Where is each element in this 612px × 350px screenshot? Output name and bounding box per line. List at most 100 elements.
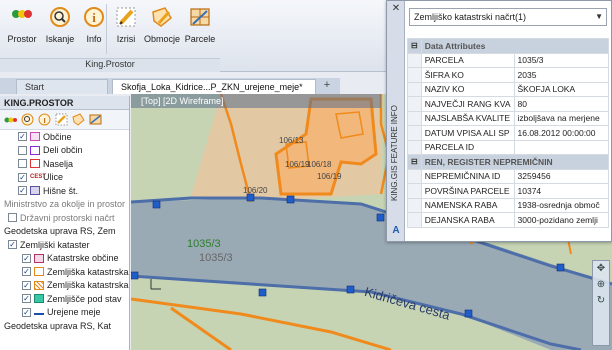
pencil-icon[interactable] — [55, 113, 68, 126]
layer-checkbox[interactable]: ✓ — [22, 267, 31, 277]
iskanje-label: Iskanje — [45, 34, 75, 44]
parcele-label: Parcele — [184, 34, 216, 44]
layer-checkbox[interactable]: ✓ — [8, 240, 17, 250]
ribbon-group-label: King.Prostor — [0, 58, 220, 72]
attribute-key: POVRŠINA PARCELE — [420, 183, 515, 199]
attribute-value: 16.08.2012 00:00:00 — [513, 125, 610, 141]
attribute-row: DATUM VPISA ALI SP 16.08.2012 00:00:00 — [407, 125, 610, 141]
parcel-label: 1035/3 — [187, 238, 221, 250]
layer-checkbox[interactable] — [18, 159, 27, 169]
layer-label: Zemljišče pod stav — [47, 293, 122, 304]
feature-info-sidebar: ✕ KING.GIS FEATURE INFO A — [387, 1, 405, 241]
layer-group-gurs-kat[interactable]: Geodetska uprava RS, Kat — [0, 319, 129, 333]
collapse-icon[interactable]: ⊟ — [407, 154, 422, 170]
layer-group-label: Geodetska uprava RS, Zem — [4, 226, 116, 237]
section-header-row[interactable]: ⊟ REN, REGISTER NEPREMIČNIN — [407, 154, 610, 170]
tab-start[interactable]: Start — [16, 79, 108, 94]
new-tab-button[interactable]: + — [320, 79, 334, 93]
attribute-value: izboljšava na merjene — [513, 110, 610, 126]
layer-row-deli-obcin[interactable]: Deli občin — [0, 144, 129, 158]
attribute-row: PARCELA 1035/3 — [407, 52, 610, 68]
attribute-row: POVRŠINA PARCELE 10374 — [407, 183, 610, 199]
attribute-value: 10374 — [513, 183, 610, 199]
attribute-key: NAMENSKA RABA — [420, 197, 515, 213]
izrisi-button[interactable]: Izrisi — [108, 4, 144, 50]
layer-checkbox[interactable] — [18, 145, 27, 155]
panel-title: KING.PROSTOR — [0, 96, 129, 110]
ribbon: Prostor Iskanje i Info Izrisi Obmocje Pa… — [0, 0, 390, 72]
prostor-button[interactable]: Prostor — [4, 4, 40, 50]
parcel-label: 106/20 — [243, 186, 268, 195]
layer-checkbox[interactable]: ✓ — [18, 132, 27, 142]
attribute-row: NAMENSKA RABA 1938-osrednja območ — [407, 197, 610, 213]
orbit-icon[interactable]: ↻ — [593, 295, 609, 309]
layer-row-zk-2[interactable]: ✓ Zemljiška katastrska — [0, 279, 129, 293]
layer-row-naselja[interactable]: Naselja — [0, 157, 129, 171]
polygon-symbol-icon — [30, 145, 40, 155]
close-icon[interactable]: ✕ — [390, 3, 402, 15]
tab-drawing[interactable]: Skofja_Loka_Kidrice...P_ZKN_urejene_meje… — [112, 79, 316, 94]
layer-label: Državni prostorski načrt — [20, 212, 115, 223]
parcele-button[interactable]: Parcele — [182, 4, 218, 50]
obmocje-button[interactable]: Obmocje — [144, 4, 180, 50]
attribute-row: PARCELA ID — [407, 139, 610, 155]
area-pencil-icon[interactable] — [72, 113, 85, 126]
attribute-row: ŠIFRA KO 2035 — [407, 67, 610, 83]
layer-label: Urejene meje — [47, 307, 101, 318]
layer-row-katastrske-obcine[interactable]: ✓ Katastrske občine — [0, 252, 129, 266]
zoom-icon[interactable]: ⊕ — [593, 279, 609, 293]
layer-group-gurs[interactable]: Geodetska uprava RS, Zem — [0, 225, 129, 239]
polygon-symbol-icon — [30, 159, 40, 169]
parcel-label: 106/18 — [307, 160, 332, 169]
layer-label: Hišne št. — [43, 185, 79, 196]
feature-info-title: KING.GIS FEATURE INFO — [390, 105, 399, 201]
feature-selector-dropdown[interactable]: Zemljiško katastrski načrt(1) ▼ — [409, 8, 607, 26]
layer-checkbox[interactable]: ✓ — [22, 253, 31, 263]
pencil-icon — [116, 7, 136, 27]
navigation-bar[interactable]: ✥ ⊕ ↻ — [592, 260, 610, 346]
layer-row-zemljisce-pod-stavbo[interactable]: ✓ Zemljišče pod stav — [0, 292, 129, 306]
layer-checkbox[interactable] — [8, 213, 17, 223]
layer-checkbox[interactable]: ✓ — [22, 294, 31, 304]
magnifier-icon — [50, 7, 70, 27]
attribute-key: DATUM VPISA ALI SP — [420, 125, 515, 141]
iskanje-button[interactable]: Iskanje — [42, 4, 78, 50]
attribute-value: 3000-pozidano zemlji — [513, 212, 610, 228]
layer-row-ulice[interactable]: ✓ CEST Ulice — [0, 171, 129, 185]
pan-icon[interactable]: ✥ — [593, 263, 609, 277]
layer-checkbox[interactable]: ✓ — [18, 186, 27, 196]
layer-checkbox[interactable]: ✓ — [22, 280, 31, 290]
attribute-key: PARCELA — [420, 52, 515, 68]
section-title: REN, REGISTER NEPREMIČNIN — [420, 154, 610, 170]
attribute-key: ŠIFRA KO — [420, 67, 515, 83]
layer-row-obcine[interactable]: ✓ Občine — [0, 130, 129, 144]
layer-group-mop[interactable]: Ministrstvo za okolje in prostor — [0, 198, 129, 212]
parcel-icon[interactable] — [89, 113, 102, 126]
layer-label: Ulice — [43, 172, 64, 183]
section-header-row[interactable]: ⊟ Data Attributes — [407, 38, 610, 54]
layer-label: Zemljiška katastrska — [47, 280, 129, 291]
magnifier-icon[interactable] — [21, 113, 34, 126]
traffic-light-icon[interactable] — [4, 113, 17, 126]
layer-row-zk-1[interactable]: ✓ Zemljiška katastrska — [0, 265, 129, 279]
line-symbol-icon — [34, 309, 44, 316]
layer-row-dpn[interactable]: Državni prostorski načrt — [0, 211, 129, 225]
info-icon[interactable] — [38, 113, 51, 126]
attribute-value — [513, 139, 610, 155]
attribute-key: NAJVEČJI RANG KVA — [420, 96, 515, 112]
layer-row-urejene-meje[interactable]: ✓ Urejene meje — [0, 306, 129, 320]
area-pencil-icon — [152, 7, 172, 27]
layer-row-zemljiski-kataster[interactable]: ✓ Zemljiški kataster — [0, 238, 129, 252]
izrisi-label: Izrisi — [116, 34, 136, 44]
obmocje-label: Obmocje — [144, 34, 181, 44]
attribute-row: NAZIV KO ŠKOFJA LOKA — [407, 81, 610, 97]
layer-checkbox[interactable]: ✓ — [22, 307, 31, 317]
hatch-symbol-icon — [34, 280, 44, 290]
attribute-row: NAJSLABŠA KVALITE izboljšava na merjene — [407, 110, 610, 126]
ribbon-separator — [106, 4, 107, 54]
layer-row-hisne-st[interactable]: ✓ Hišne št. — [0, 184, 129, 198]
collapse-icon[interactable]: ⊟ — [407, 38, 422, 54]
layer-label: Deli občin — [43, 145, 83, 156]
layer-checkbox[interactable]: ✓ — [18, 172, 27, 182]
polygon-symbol-icon — [34, 294, 44, 304]
